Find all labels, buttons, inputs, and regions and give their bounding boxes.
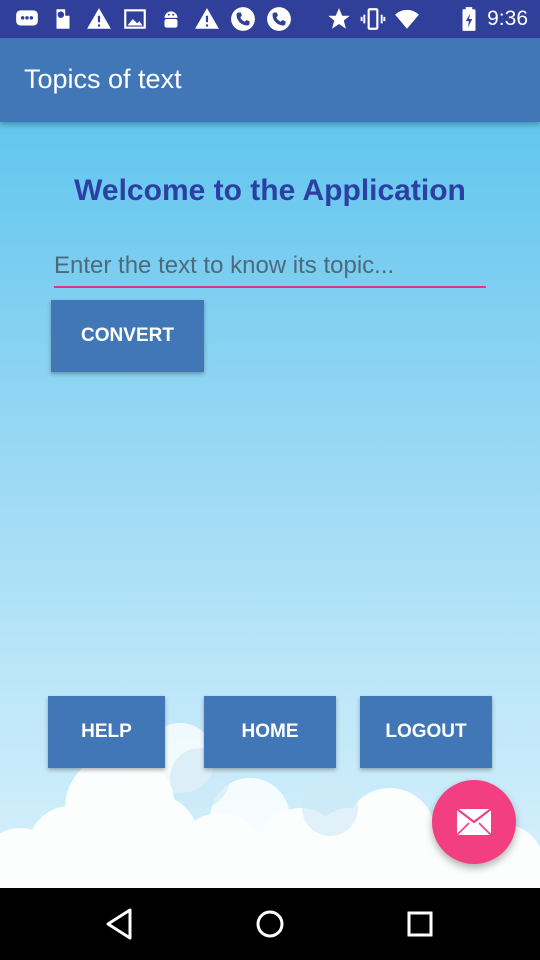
screen: 9:36 Topics of text Welcome to the Appli…	[0, 0, 540, 960]
android-icon	[164, 11, 178, 28]
nav-bar	[0, 888, 540, 960]
wifi-icon	[395, 9, 419, 29]
image-icon	[124, 9, 146, 29]
phone-icon	[267, 7, 291, 31]
help-button[interactable]: HELP	[48, 696, 165, 768]
recents-icon[interactable]	[398, 902, 442, 946]
back-icon[interactable]	[98, 902, 142, 946]
main-content: Welcome to the Application CONVERT HELP …	[0, 122, 540, 888]
chat-icon	[16, 10, 38, 26]
mail-icon	[456, 808, 492, 836]
warning-icon	[195, 8, 219, 29]
topic-input[interactable]	[54, 246, 486, 288]
voicemail-icon	[56, 9, 70, 29]
convert-button[interactable]: CONVERT	[51, 300, 204, 372]
home-icon[interactable]	[248, 902, 292, 946]
status-bar: 9:36	[0, 0, 540, 38]
app-bar: Topics of text	[0, 38, 540, 122]
phone-icon	[231, 7, 255, 31]
status-time: 9:36	[487, 7, 528, 30]
warning-icon	[87, 8, 111, 29]
logout-button[interactable]: LOGOUT	[360, 696, 492, 768]
battery-icon	[462, 7, 476, 31]
email-fab[interactable]	[432, 780, 516, 864]
app-title: Topics of text	[24, 64, 182, 94]
vibrate-icon	[360, 8, 386, 30]
star-icon	[328, 8, 350, 29]
welcome-heading: Welcome to the Application	[74, 174, 466, 207]
home-button[interactable]: HOME	[204, 696, 336, 768]
